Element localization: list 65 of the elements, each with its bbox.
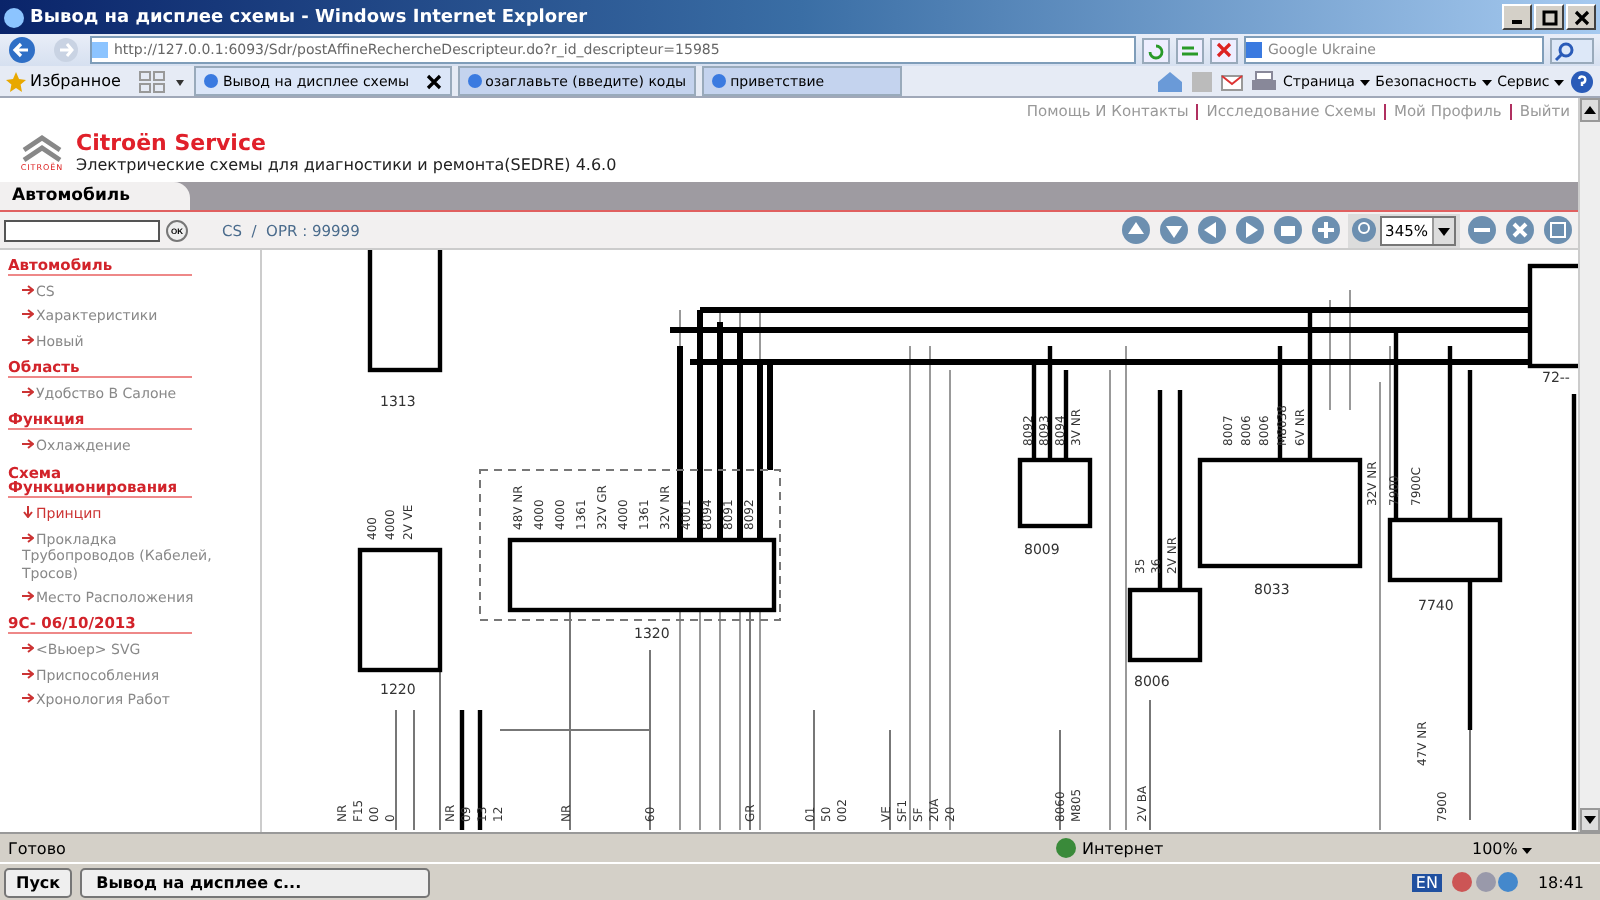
component-box [1017,457,1093,529]
zoom-in-button[interactable] [1311,216,1340,244]
component-box [1387,517,1503,583]
browser-icon [4,7,24,27]
maximize-icon [1541,9,1557,25]
taskbar-button[interactable]: Вывод на дисплее с... [80,867,431,897]
caret-icon [1481,79,1492,85]
minimize-icon [1512,20,1522,24]
pan-up-button[interactable] [1121,216,1150,244]
arrow-down-icon [1584,816,1596,824]
close-button[interactable] [1566,4,1596,30]
section-tab[interactable]: Автомобиль [0,182,191,210]
magnifier-icon [1351,218,1376,242]
globe-icon [1056,838,1076,858]
minimize-button[interactable] [1502,4,1532,30]
arrow-right-icon [22,308,34,321]
component-box [1127,587,1203,663]
chevron-logo-icon [20,133,64,161]
mail-icon[interactable] [1219,69,1244,93]
pan-down-button[interactable] [1159,216,1188,244]
brand-subtitle: Электрические схемы для диагностики и ремонта(SEDRE) 4.6.0 [76,156,617,174]
arrow-right-icon [22,531,34,544]
open-window-button[interactable] [1544,216,1572,244]
print-button[interactable] [1273,216,1302,244]
print-icon[interactable] [1249,69,1278,93]
caret-icon [1522,847,1533,853]
clock: 18:41 [1535,873,1586,891]
arrow-right-icon [22,667,34,680]
star-icon [6,71,26,91]
arrow-right-icon [22,642,34,655]
search-button[interactable] [1550,37,1594,63]
code-input-field[interactable] [4,219,160,241]
arrow-right-icon [22,385,34,398]
language-indicator[interactable]: EN [1411,873,1442,891]
pan-left-button[interactable] [1197,216,1226,244]
caret-icon [1359,79,1370,85]
arrow-right-icon [22,333,34,346]
arrow-right-icon [22,589,34,602]
window-title: Вывод на дисплее схемы - Windows Internet Explorer [30,7,590,27]
arrow-up-icon [1584,106,1596,114]
fit-button[interactable] [1506,216,1534,244]
pan-right-button[interactable] [1235,216,1264,244]
arrow-right-icon [22,438,34,451]
compatibility-button[interactable] [1176,37,1204,63]
favorites-button[interactable]: Избранное [6,71,121,91]
arrow-down-icon [22,506,34,519]
brand-name: Citroën Service [76,130,268,156]
zoom-out-button[interactable] [1468,216,1496,244]
start-button[interactable]: Пуск [4,867,73,897]
help-icon[interactable] [1570,69,1594,93]
tray-icons[interactable] [1449,870,1518,894]
close-tab-icon[interactable] [425,73,442,89]
status-text: Готово [8,839,66,857]
zoom-level[interactable]: 100% [1472,839,1592,857]
caret-icon [1554,79,1564,85]
caret-icon [1438,227,1450,235]
maximize-button[interactable] [1534,4,1564,30]
arrow-right-icon [22,283,34,296]
refresh-button[interactable] [1142,37,1170,63]
stop-button[interactable] [1210,37,1238,63]
scrollbar[interactable] [1578,98,1600,832]
close-icon [1573,9,1589,25]
arrow-right-icon [22,691,34,704]
security-zone: Интернет [1056,838,1456,858]
component-box [357,547,443,673]
